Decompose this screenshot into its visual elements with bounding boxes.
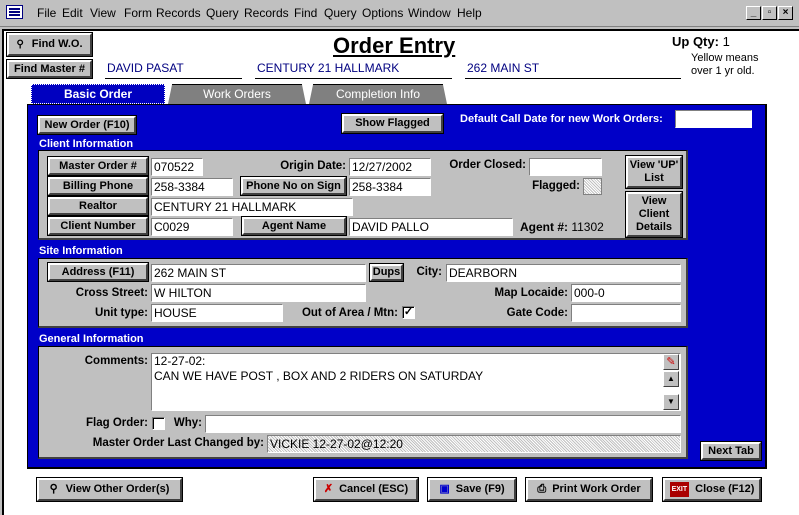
- menu-find[interactable]: Find: [294, 6, 317, 20]
- phone-no-on-sign-button[interactable]: Phone No on Sign: [240, 176, 347, 196]
- menu-file[interactable]: File: [37, 6, 56, 20]
- print-work-order-button[interactable]: ⎙ Print Work Order: [525, 477, 653, 502]
- exit-sign-icon: EXIT: [669, 482, 690, 497]
- cancel-x-icon: ✗: [323, 483, 334, 495]
- close-button[interactable]: EXIT Close (F12): [662, 477, 762, 502]
- up-qty: Up Qty: 1: [672, 34, 730, 49]
- agent-name-button[interactable]: Agent Name: [241, 216, 347, 236]
- default-call-date-label: Default Call Date for new Work Orders:: [460, 113, 663, 125]
- client-number-field[interactable]: C0029: [151, 218, 233, 236]
- city-field[interactable]: DEARBORN: [446, 264, 681, 282]
- flagged-indicator: [583, 178, 602, 195]
- find-wo-button[interactable]: ⚲ Find W.O.: [6, 32, 93, 57]
- flag-order-label: Flag Order:: [86, 417, 148, 429]
- close-icon[interactable]: ×: [778, 6, 793, 20]
- menu-records-2[interactable]: Records: [244, 6, 289, 20]
- gate-code-field[interactable]: [571, 304, 681, 322]
- origin-date-label: Origin Date:: [280, 160, 346, 172]
- tab-completion-info[interactable]: Completion Info: [309, 84, 447, 104]
- minimize-icon[interactable]: _: [746, 6, 761, 20]
- cross-street-field[interactable]: W HILTON: [151, 284, 366, 302]
- unit-type-label: Unit type:: [94, 307, 148, 319]
- header-realtor-name: CENTURY 21 HALLMARK: [255, 61, 452, 79]
- yellow-note: Yellow means over 1 yr old.: [691, 52, 759, 77]
- why-field[interactable]: [205, 415, 681, 433]
- why-label: Why:: [173, 417, 202, 429]
- general-information-title: General Information: [39, 333, 144, 345]
- menu-window[interactable]: Window: [408, 6, 451, 20]
- menu-help[interactable]: Help: [457, 6, 482, 20]
- menu-edit[interactable]: Edit: [62, 6, 83, 20]
- order-closed-label: Order Closed:: [449, 159, 526, 171]
- menu-records[interactable]: Records: [156, 6, 201, 20]
- menu-bar: File Edit View Form Records Query Record…: [0, 0, 799, 27]
- agent-number: Agent #: 11302: [520, 220, 604, 234]
- menu-view[interactable]: View: [90, 6, 116, 20]
- order-closed-field[interactable]: [529, 158, 602, 176]
- find-master-button[interactable]: Find Master #: [6, 59, 93, 79]
- origin-date-field[interactable]: 12/27/2002: [349, 158, 431, 176]
- flagged-label: Flagged:: [532, 180, 580, 192]
- scroll-up-button[interactable]: ▲: [663, 371, 679, 387]
- gate-code-label: Gate Code:: [506, 307, 568, 319]
- header-client-name: DAVID PASAT: [105, 61, 242, 79]
- menu-query[interactable]: Query: [206, 6, 239, 20]
- printer-icon: ⎙: [537, 483, 547, 495]
- cross-street-label: Cross Street:: [75, 287, 148, 299]
- address-field[interactable]: 262 MAIN ST: [151, 264, 366, 282]
- last-changed-label: Master Order Last Changed by:: [92, 437, 264, 449]
- default-call-date-input[interactable]: [675, 110, 752, 128]
- address-button[interactable]: Address (F11): [47, 262, 149, 282]
- master-order-field[interactable]: 070522: [151, 158, 203, 176]
- tab-basic-order[interactable]: Basic Order: [31, 84, 165, 104]
- unit-type-field[interactable]: HOUSE: [151, 304, 283, 322]
- floppy-disk-icon: ▣: [439, 483, 450, 495]
- agent-name-field[interactable]: DAVID PALLO: [349, 218, 513, 236]
- pencil-edit-icon[interactable]: ✎: [663, 354, 679, 370]
- menu-form[interactable]: Form: [124, 6, 152, 20]
- menu-query-2[interactable]: Query: [324, 6, 357, 20]
- realtor-field[interactable]: CENTURY 21 HALLMARK: [151, 198, 353, 216]
- out-of-area-label: Out of Area / Mtn:: [301, 307, 398, 319]
- client-number-button[interactable]: Client Number: [47, 216, 149, 236]
- flag-order-checkbox[interactable]: [152, 417, 165, 430]
- show-flagged-button[interactable]: Show Flagged: [341, 113, 444, 134]
- master-order-button[interactable]: Master Order #: [47, 156, 149, 176]
- header-address: 262 MAIN ST: [465, 61, 681, 79]
- map-locaide-field[interactable]: 000-0: [571, 284, 681, 302]
- new-order-button[interactable]: New Order (F10): [37, 115, 137, 135]
- client-information-title: Client Information: [39, 138, 134, 150]
- save-button[interactable]: ▣ Save (F9): [427, 477, 517, 502]
- view-up-list-button[interactable]: View 'UP' List: [625, 155, 683, 189]
- cancel-button[interactable]: ✗ Cancel (ESC): [313, 477, 419, 502]
- comments-textarea[interactable]: 12-27-02: CAN WE HAVE POST , BOX AND 2 R…: [151, 353, 681, 411]
- billing-phone-field[interactable]: 258-3384: [151, 178, 233, 196]
- site-information-title: Site Information: [39, 245, 123, 257]
- next-tab-button[interactable]: Next Tab: [700, 441, 762, 461]
- out-of-area-checkbox[interactable]: ✓: [402, 306, 415, 319]
- city-label: City:: [416, 266, 442, 278]
- view-client-details-button[interactable]: View Client Details: [625, 191, 683, 238]
- realtor-button[interactable]: Realtor: [47, 196, 149, 216]
- dups-button[interactable]: Dups: [369, 263, 404, 282]
- map-locaide-label: Map Locaide:: [494, 287, 568, 299]
- phone-no-on-sign-field[interactable]: 258-3384: [349, 178, 431, 196]
- restore-icon[interactable]: ▫: [762, 6, 777, 20]
- binoculars-icon: ⚲: [49, 483, 58, 495]
- last-changed-field: VICKIE 12-27-02@12:20: [267, 435, 681, 453]
- window-controls: _ ▫ ×: [746, 6, 793, 20]
- binoculars-icon: ⚲: [16, 39, 24, 50]
- billing-phone-button[interactable]: Billing Phone: [47, 176, 149, 196]
- comments-label: Comments:: [84, 355, 148, 367]
- scroll-down-button[interactable]: ▼: [663, 394, 679, 410]
- tab-work-orders[interactable]: Work Orders: [168, 84, 306, 104]
- page-title: Order Entry: [333, 33, 456, 58]
- app-system-icon[interactable]: [6, 5, 23, 19]
- menu-options[interactable]: Options: [362, 6, 403, 20]
- view-other-orders-button[interactable]: ⚲ View Other Order(s): [36, 477, 183, 502]
